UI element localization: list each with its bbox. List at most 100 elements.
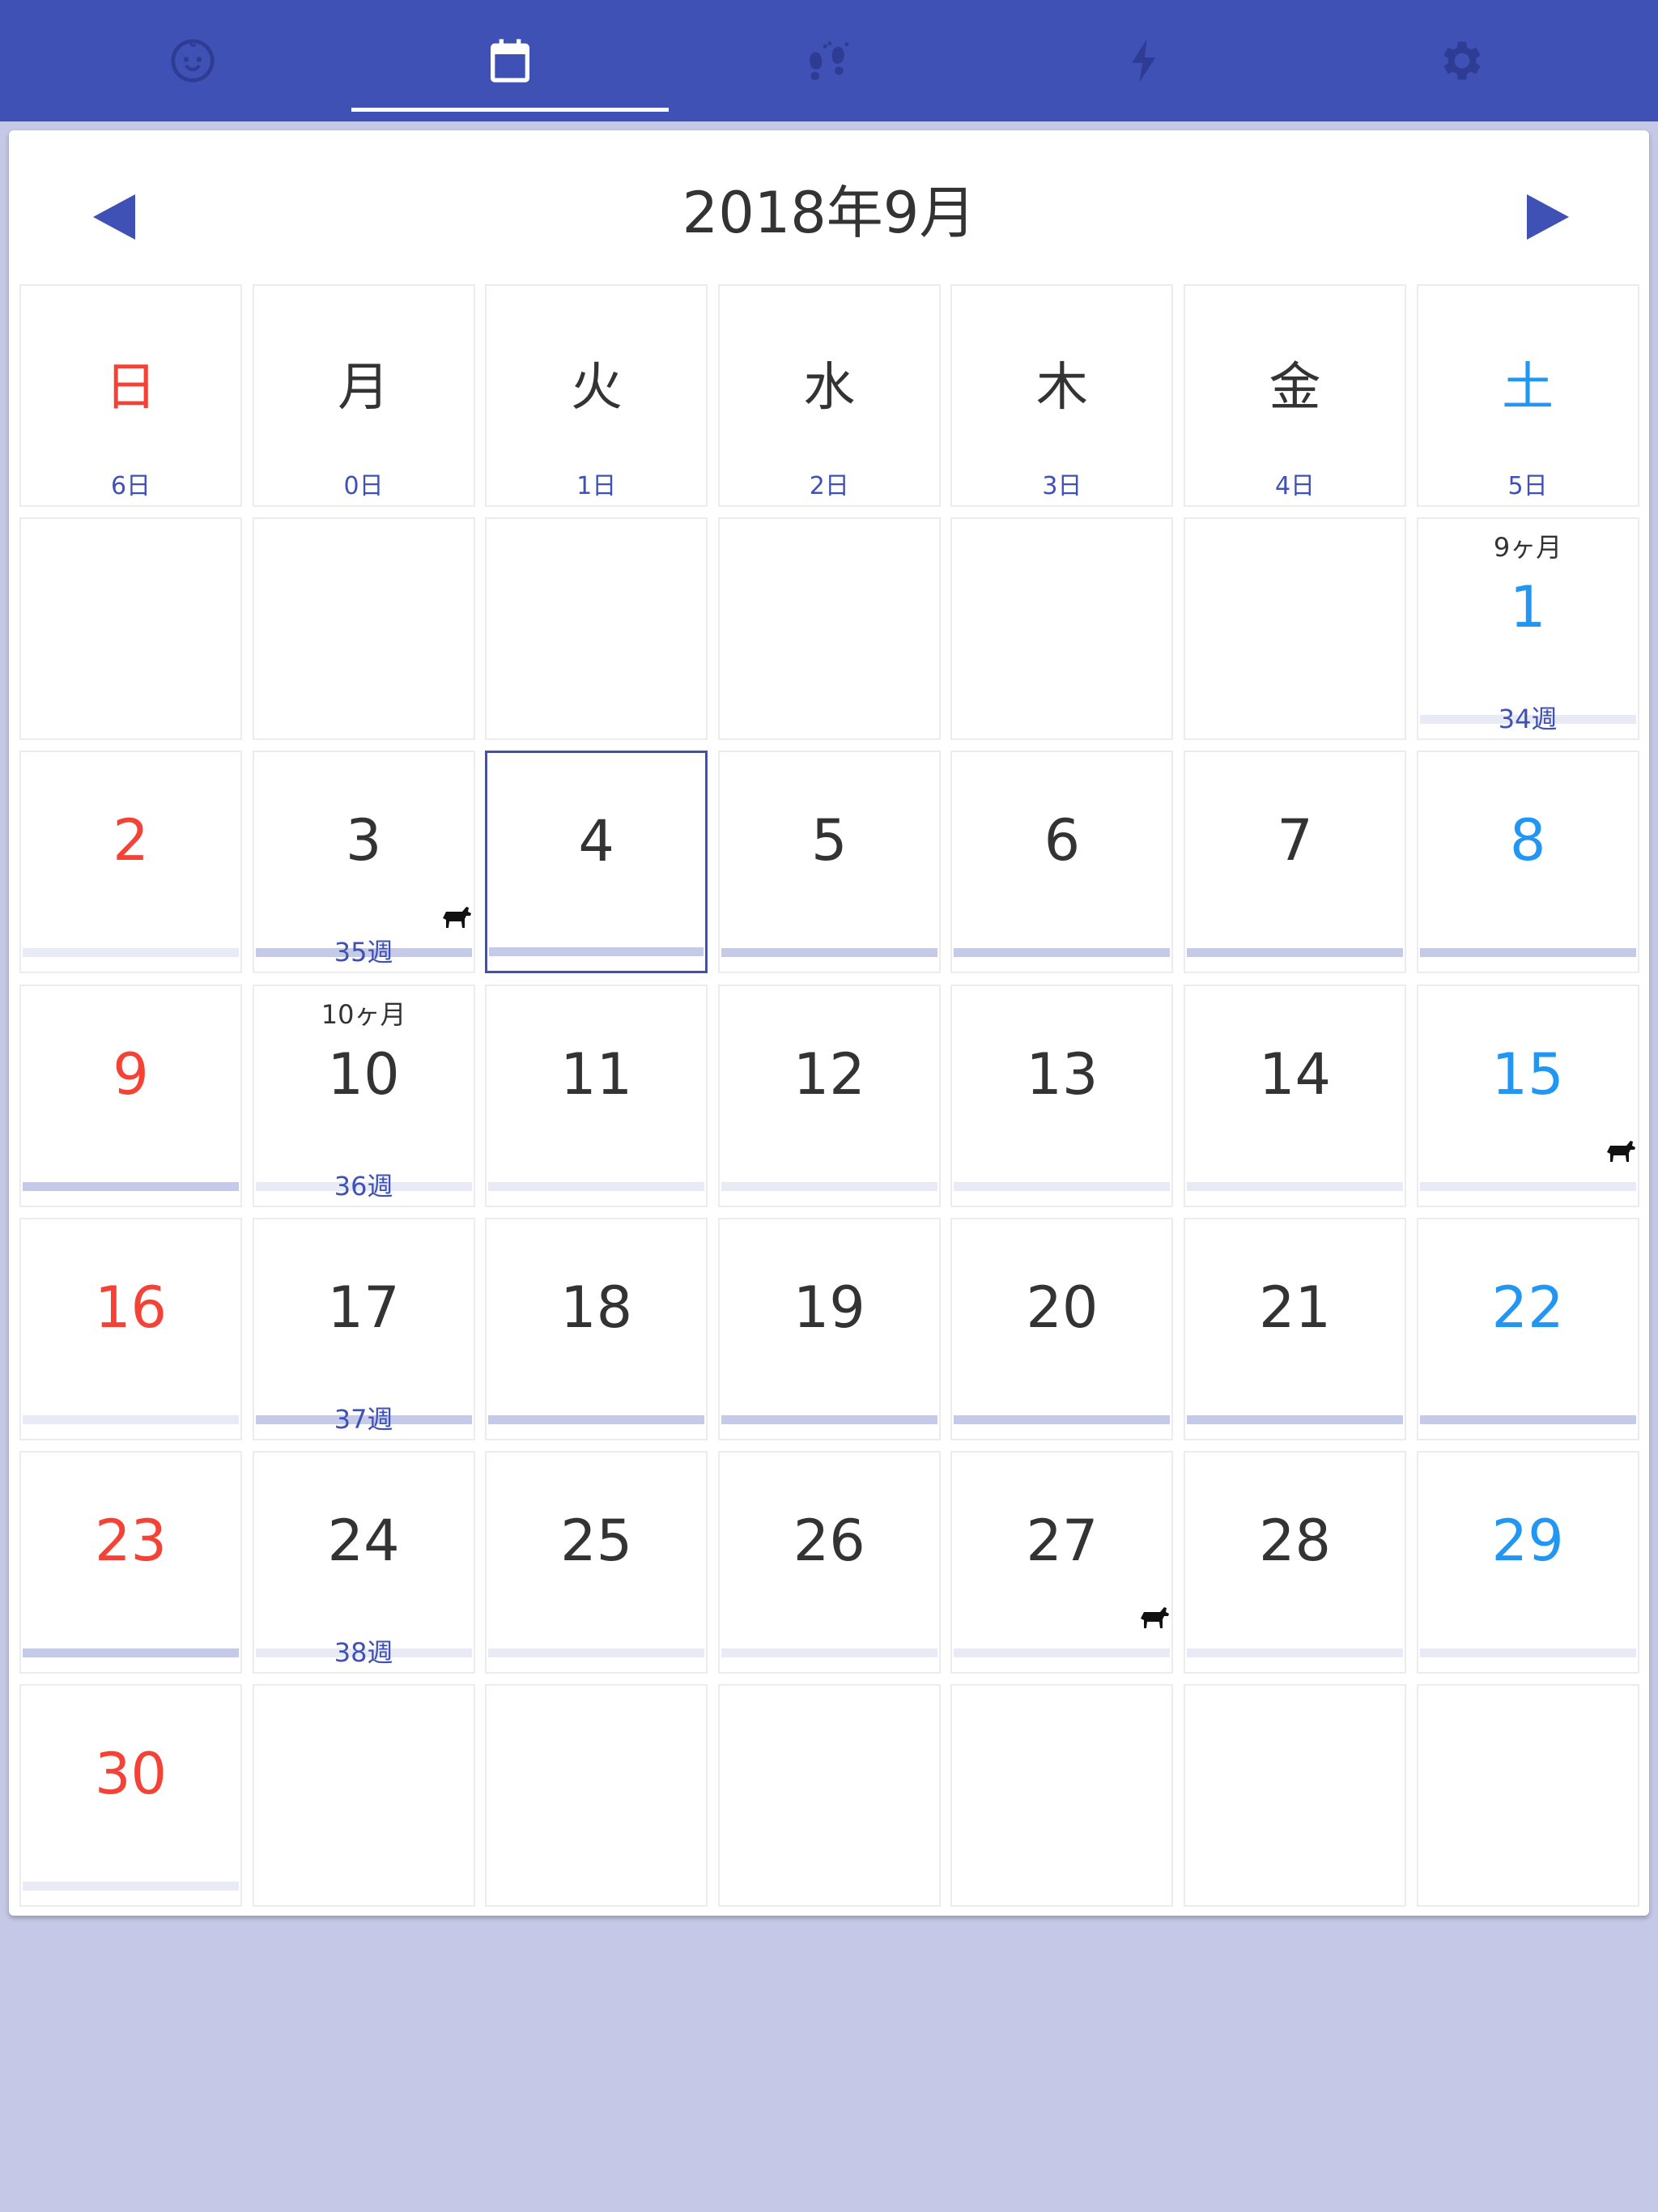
weekday-count: 0日 [343,472,384,500]
day-cell[interactable]: 23 [19,1451,242,1674]
day-number: 12 [793,1040,865,1108]
lightning-icon [1132,39,1156,83]
day-cell[interactable]: 8 [1416,751,1639,974]
week-bar [954,1414,1171,1424]
day-cell[interactable]: 25 [485,1451,708,1674]
dog-icon [1604,1136,1636,1165]
weekday-header-cell: 木 3日 [950,284,1174,507]
week-number-label: 35週 [334,937,393,968]
week-bar [1419,1648,1636,1657]
triangle-left-icon [93,194,135,240]
weekday-label: 水 [803,358,856,418]
tab-events[interactable] [986,0,1303,121]
tab-calendar[interactable] [351,0,669,121]
empty-day-cell [1416,1684,1639,1908]
weekday-label: 火 [570,358,623,418]
day-number: 23 [94,1508,168,1574]
month-header: 2018年9月 [9,130,1649,284]
footprints-icon [810,41,849,80]
week-bar [1419,948,1636,958]
previous-month-button[interactable] [74,177,155,257]
weekday-header-cell: 水 2日 [717,284,941,507]
week-bar [721,1648,937,1657]
day-cell[interactable]: 18 [485,1217,708,1440]
day-cell[interactable]: 14 [1184,984,1406,1207]
tab-settings[interactable] [1303,0,1621,121]
weekday-header-cell: 土 5日 [1416,284,1639,507]
day-cell[interactable]: 17 37週 [252,1217,475,1440]
day-cell[interactable]: 13 [950,984,1174,1207]
day-cell[interactable]: 6 [950,751,1174,974]
day-number: 5 [811,807,848,874]
day-number: 8 [1509,807,1546,874]
weekday-header-cell: 日 6日 [19,284,242,507]
weekday-label: 土 [1502,358,1554,418]
day-cell[interactable]: 7 [1184,751,1406,974]
week-number-label: 34週 [1498,704,1558,735]
day-cell[interactable]: 22 [1416,1217,1639,1440]
empty-day-cell [1184,1684,1406,1908]
weekday-label: 日 [104,358,157,418]
day-cell[interactable]: 26 [717,1451,941,1674]
day-cell[interactable]: 19 [717,1217,941,1440]
day-number: 26 [793,1508,865,1574]
day-cell[interactable]: 5 [717,751,941,974]
day-cell[interactable]: 9 [19,984,242,1207]
week-bar [1419,1181,1636,1191]
day-number: 14 [1258,1040,1332,1108]
day-cell[interactable]: 27 [950,1451,1174,1674]
week-bar [23,948,239,958]
day-number: 15 [1491,1040,1564,1108]
day-cell[interactable]: 12 [717,984,941,1207]
week-bar [23,1882,239,1891]
day-cell[interactable]: 10ヶ月 10 36週 [252,984,475,1207]
day-cell[interactable]: 28 [1184,1451,1406,1674]
day-cell[interactable]: 15 [1416,984,1639,1207]
weekday-count: 5日 [1507,472,1548,500]
day-number: 11 [560,1040,633,1108]
weekday-count: 6日 [110,472,151,500]
empty-day-cell [717,517,941,741]
dog-icon [440,902,472,931]
day-cell[interactable]: 9ヶ月 1 34週 [1416,517,1639,741]
day-cell[interactable]: 30 [19,1684,242,1908]
day-number: 1 [1509,574,1546,641]
empty-day-cell [252,517,475,741]
month-age-label: 9ヶ月 [1493,532,1562,564]
day-cell-selected[interactable]: 4 [485,751,708,974]
day-cell[interactable]: 21 [1184,1217,1406,1440]
day-number: 2 [113,807,149,874]
day-cell[interactable]: 11 [485,984,708,1207]
weekday-label: 木 [1035,358,1088,418]
next-month-button[interactable] [1507,177,1588,257]
day-cell[interactable]: 29 [1416,1451,1639,1674]
day-cell[interactable]: 24 38週 [252,1451,475,1674]
day-number: 4 [578,808,614,875]
tab-footprints[interactable] [669,0,986,121]
week-bar [954,1648,1171,1657]
weekday-label: 月 [338,358,390,418]
week-number-label: 38週 [334,1637,393,1668]
month-age-label: 10ヶ月 [321,998,406,1030]
day-number: 25 [560,1508,633,1574]
empty-day-cell [717,1684,941,1908]
weekday-header-cell: 月 0日 [252,284,475,507]
week-bar [488,1181,705,1191]
day-number: 24 [327,1508,400,1574]
day-number: 6 [1044,807,1081,874]
empty-day-cell [950,1684,1174,1908]
day-number: 21 [1258,1274,1332,1341]
day-number: 29 [1491,1508,1564,1574]
week-number-label: 36週 [334,1170,393,1202]
week-bar [954,1181,1171,1191]
tab-baby[interactable] [34,0,351,121]
weekday-label: 金 [1269,358,1321,418]
calendar-card: 2018年9月 日 6日月 0日火 1日水 2日木 3日金 4日土 5日 9ヶ月 1 34週 2 3 35… [9,130,1649,1916]
day-cell[interactable]: 2 [19,751,242,974]
day-cell[interactable]: 20 [950,1217,1174,1440]
empty-day-cell [485,1684,708,1908]
day-cell[interactable]: 3 35週 [252,751,475,974]
week-bar [488,1414,705,1424]
day-cell[interactable]: 16 [19,1217,242,1440]
baby-face-icon [171,39,215,83]
